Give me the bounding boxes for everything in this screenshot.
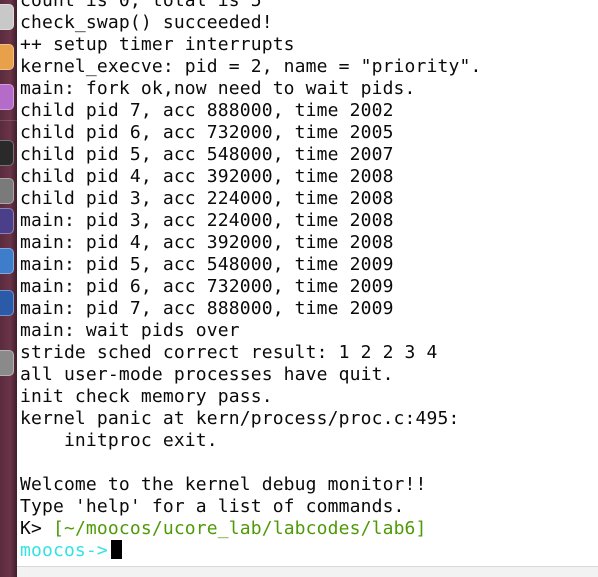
window-bottom-edge [17, 566, 598, 577]
monitor-prompt-line: K> [~/moocos/ucore_lab/labcodes/lab6] [20, 518, 598, 540]
terminal-line: kernel panic at kern/process/proc.c:495: [20, 408, 460, 429]
shell-arrow: -> [85, 540, 108, 561]
terminal-line: child pid 7, acc 888000, time 2002 [20, 100, 394, 121]
terminal-line: initproc exit. [20, 430, 218, 451]
terminal-line: Type 'help' for a list of commands. [20, 496, 405, 517]
shell-user: moocos [20, 540, 86, 561]
chrome-icon[interactable] [0, 248, 14, 274]
terminal-line: main: pid 4, acc 392000, time 2008 [20, 232, 394, 253]
terminal-window[interactable]: count is 0, total is 5 check_swap() succ… [17, 0, 598, 567]
terminal-line: Welcome to the kernel debug monitor!! [20, 474, 427, 495]
current-path: [~/moocos/ucore_lab/labcodes/lab6] [52, 518, 427, 539]
firefox-icon[interactable] [0, 44, 14, 70]
terminal-line: child pid 4, acc 392000, time 2008 [20, 166, 394, 187]
shell-prompt-line[interactable]: moocos-> [20, 540, 598, 562]
terminal-line: main: pid 6, acc 732000, time 2009 [20, 276, 394, 297]
app-icon[interactable] [0, 84, 14, 110]
terminal-line: child pid 5, acc 548000, time 2007 [20, 144, 394, 165]
app-icon-2[interactable] [0, 290, 14, 316]
launcher-sidebar [0, 0, 17, 577]
terminal-line: ++ setup timer interrupts [20, 34, 295, 55]
terminal-line: stride sched correct result: 1 2 2 3 4 [20, 342, 438, 363]
terminal-line: init check memory pass. [20, 386, 273, 407]
terminal-line: kernel_execve: pid = 2, name = "priority… [20, 56, 482, 77]
settings-icon[interactable] [0, 178, 14, 204]
terminal-line: main: wait pids over [20, 320, 240, 341]
trash-icon[interactable] [0, 350, 14, 376]
terminal-line: all user-mode processes have quit. [20, 364, 394, 385]
text-cursor[interactable] [110, 540, 122, 559]
monitor-prompt: K> [20, 518, 53, 539]
terminal-line: child pid 6, acc 732000, time 2005 [20, 122, 394, 143]
terminal-line: count is 0, total is 5 [20, 0, 262, 11]
terminal-line: child pid 3, acc 224000, time 2008 [20, 188, 394, 209]
terminal-line: main: pid 5, acc 548000, time 2009 [20, 254, 394, 275]
terminal-icon[interactable] [0, 140, 14, 166]
launcher-separator [0, 120, 17, 121]
terminal-line: main: fork ok,now need to wait pids. [20, 78, 416, 99]
workspace-icon[interactable] [0, 208, 14, 234]
terminal-line: check_swap() succeeded! [20, 12, 273, 33]
terminal-line: main: pid 7, acc 888000, time 2009 [20, 298, 394, 319]
files-icon[interactable] [0, 4, 14, 30]
terminal-line: main: pid 3, acc 224000, time 2008 [20, 210, 394, 231]
